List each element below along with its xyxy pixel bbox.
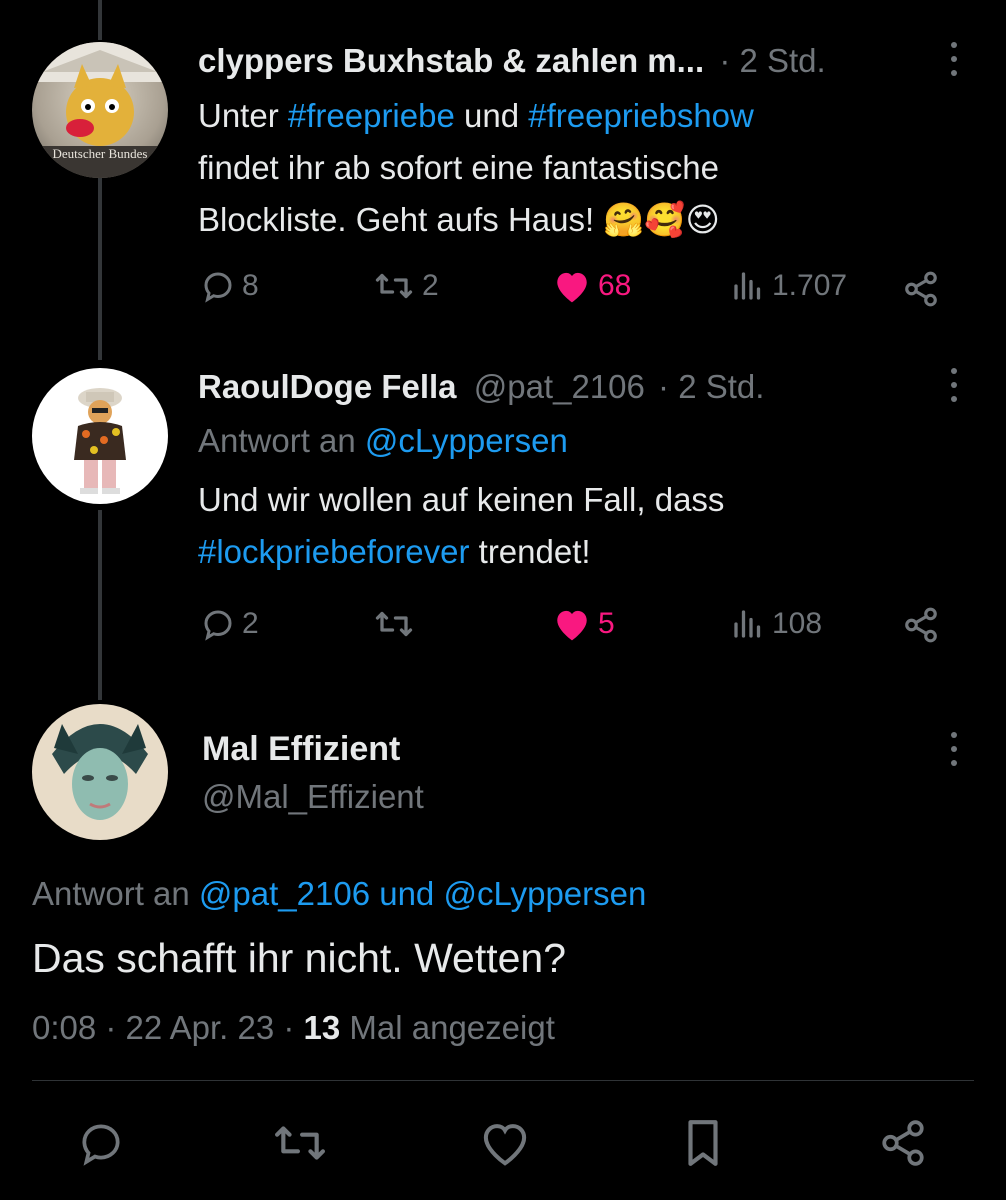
tweet2-time[interactable]: · 2 Std. xyxy=(658,368,764,405)
hashtag-freepriebshow[interactable]: #freepriebshow xyxy=(528,97,754,134)
tweet2-like-button[interactable]: 5 xyxy=(552,606,615,642)
tweet1-more-button[interactable] xyxy=(944,40,964,80)
tweet2-share-button[interactable] xyxy=(902,606,940,644)
tweet1-retweet-count: 2 xyxy=(422,269,439,302)
main-tweet-timestamp[interactable]: 0:08 · 22 Apr. 23 · xyxy=(32,1009,304,1046)
tweet1-text-line1: Unter #freepriebe und #freepriebshow xyxy=(198,90,958,142)
bookmark-icon xyxy=(688,1120,718,1166)
main-reply-and: und xyxy=(370,875,444,912)
tweet1-like-button[interactable]: 68 xyxy=(552,268,631,304)
views-icon xyxy=(734,610,761,638)
tweet2-header: RaoulDoge Fella @pat_2106 · 2 Std. xyxy=(198,366,764,408)
tweet2-text-line1: Und wir wollen auf keinen Fall, dass xyxy=(198,481,725,518)
tweet2-text: Und wir wollen auf keinen Fall, dass #lo… xyxy=(198,474,724,578)
reply-icon xyxy=(82,1124,120,1166)
main-bookmark-button[interactable] xyxy=(680,1118,726,1173)
tweet1-display-name[interactable]: clyppers Buxhstab & zahlen m... xyxy=(198,42,704,79)
tweet1-retweet-button[interactable]: 2 xyxy=(372,268,439,304)
mention-clyppersen[interactable]: @cLyppersen xyxy=(365,422,568,459)
share-icon xyxy=(882,1120,924,1166)
tweet2-reply-button[interactable]: 2 xyxy=(200,606,259,642)
tweet1-text-line2: findet ihr ab sofort eine fantastische xyxy=(198,149,719,186)
tweet1-share-button[interactable] xyxy=(902,270,940,308)
main-share-button[interactable] xyxy=(878,1118,928,1173)
tweet1-text-pre: Unter xyxy=(198,97,288,134)
tweet1-time[interactable]: · 2 Std. xyxy=(719,42,825,79)
main-tweet-more-button[interactable] xyxy=(944,730,964,770)
main-tweet-action-bar xyxy=(0,1082,1006,1200)
tweet1-like-count: 68 xyxy=(598,269,632,302)
avatar-clyppers[interactable]: Deutscher Bundes xyxy=(32,42,168,178)
tweet2-retweet-button[interactable] xyxy=(372,606,422,642)
main-author-name[interactable]: Mal Effizient xyxy=(202,728,400,770)
avatar-caption: Deutscher Bundes xyxy=(52,146,148,161)
avatar-mal-effizient[interactable] xyxy=(32,704,168,840)
main-author-handle[interactable]: @Mal_Effizient xyxy=(202,776,424,818)
main-tweet-views-label: Mal angezeigt xyxy=(340,1009,555,1046)
share-icon xyxy=(905,271,937,307)
main-tweet-meta: 0:08 · 22 Apr. 23 · 13 Mal angezeigt xyxy=(32,1006,555,1050)
avatar-raouldoge[interactable] xyxy=(32,368,168,504)
hashtag-lockpriebeforever[interactable]: #lockpriebeforever xyxy=(198,533,469,570)
share-icon xyxy=(905,607,937,643)
tweet1-views-count: 1.707 xyxy=(772,269,848,302)
avatar-image xyxy=(74,388,126,494)
tweet2-text-line2: #lockpriebeforever trendet! xyxy=(198,526,724,578)
thread-line-2 xyxy=(98,510,102,700)
main-retweet-button[interactable] xyxy=(270,1118,330,1173)
views-icon xyxy=(734,272,761,300)
tweet1-text-mid: und xyxy=(454,97,529,134)
reply-icon xyxy=(204,610,232,641)
main-reply-context: Antwort an @pat_2106 und @cLyppersen xyxy=(32,872,646,916)
tweet2-reply-count: 2 xyxy=(242,607,259,640)
main-reply-button[interactable] xyxy=(76,1118,126,1173)
thread-line-1 xyxy=(98,170,102,360)
tweet1-reply-button[interactable]: 8 xyxy=(200,268,259,304)
heart-icon xyxy=(483,1124,527,1166)
retweet-icon xyxy=(375,273,413,299)
hashtag-freepriebe[interactable]: #freepriebe xyxy=(288,97,455,134)
avatar-image xyxy=(52,724,148,820)
divider xyxy=(32,1080,974,1081)
tweet1-text-line3: Blockliste. Geht aufs Haus! 🤗🥰😍 xyxy=(198,201,720,238)
heart-icon xyxy=(557,272,587,303)
tweet2-views-count: 108 xyxy=(772,607,823,640)
tweet2-handle[interactable]: @pat_2106 xyxy=(474,368,645,405)
tweet1-reply-count: 8 xyxy=(242,269,259,302)
tweet1-views-button[interactable]: 1.707 xyxy=(730,268,847,304)
tweet2-views-button[interactable]: 108 xyxy=(730,606,822,642)
main-tweet-text: Das schafft ihr nicht. Wetten? xyxy=(32,935,567,981)
main-reply-label: Antwort an xyxy=(32,875,199,912)
main-like-button[interactable] xyxy=(478,1118,532,1173)
tweet2-like-count: 5 xyxy=(598,607,615,640)
mention-clyppersen[interactable]: @cLyppersen xyxy=(443,875,646,912)
thread-line-top xyxy=(98,0,102,40)
tweet2-reply-context: Antwort an @cLyppersen xyxy=(198,420,568,462)
tweet2-display-name[interactable]: RaoulDoge Fella xyxy=(198,368,457,405)
tweet2-reply-label: Antwort an xyxy=(198,422,365,459)
tweet2-text-line2-post: trendet! xyxy=(469,533,591,570)
tweet1-text: Unter #freepriebe und #freepriebshow fin… xyxy=(198,90,958,246)
tweet1-header: clyppers Buxhstab & zahlen m... · 2 Std. xyxy=(198,40,826,82)
retweet-icon xyxy=(275,1126,325,1160)
tweet2-more-button[interactable] xyxy=(944,366,964,406)
heart-icon xyxy=(557,610,587,641)
reply-icon xyxy=(204,272,232,303)
retweet-icon xyxy=(375,611,413,637)
mention-pat-2106[interactable]: @pat_2106 xyxy=(199,875,370,912)
main-tweet-views-count: 13 xyxy=(303,1009,341,1046)
